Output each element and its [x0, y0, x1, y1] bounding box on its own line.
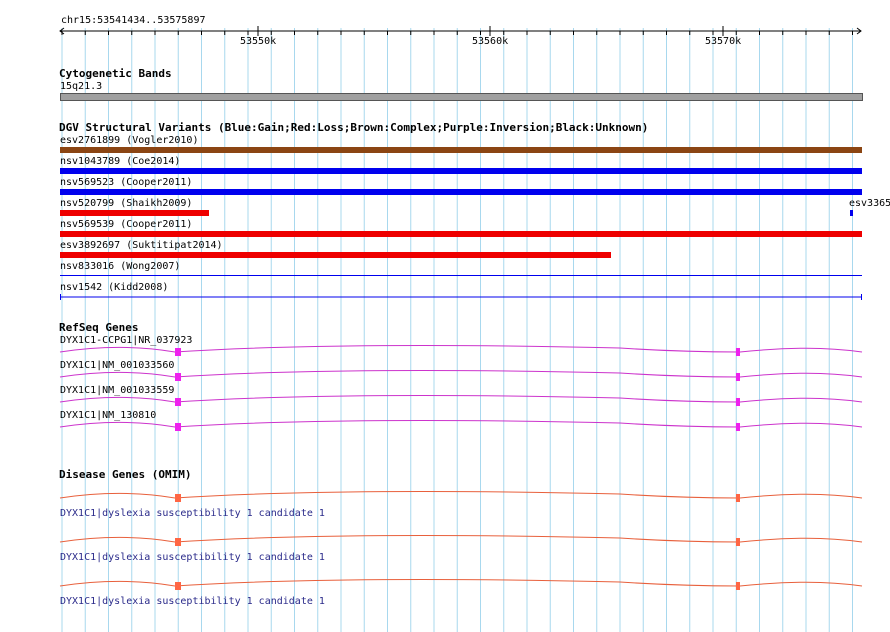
gene-model[interactable] — [0, 417, 890, 437]
gene-model[interactable] — [0, 367, 890, 387]
genome-browser-panel[interactable]: chr15:53541434..53575897 53550k 53560k 5… — [0, 0, 890, 632]
disease-gene-model[interactable] — [0, 488, 890, 508]
variant-label: nsv569523 (Cooper2011) — [60, 177, 193, 188]
ruler-tick-label: 53550k — [240, 36, 277, 47]
cytoband-bar[interactable] — [60, 93, 863, 101]
variant-label: nsv1043789 (Coe2014) — [60, 156, 181, 167]
disease-gene-model[interactable] — [0, 532, 890, 552]
variant-bar-gain[interactable] — [850, 210, 853, 216]
refseq-track-title: RefSeq Genes — [59, 321, 139, 334]
ruler-tick-label: 53570k — [705, 36, 742, 47]
omim-track-title: Disease Genes (OMIM) — [59, 468, 192, 481]
variant-label: esv2761899 (Vogler2010) — [60, 135, 199, 146]
variant-line-gain[interactable] — [0, 292, 890, 302]
cytoband-label: 15q21.3 — [60, 81, 103, 92]
variant-bar-gain[interactable] — [60, 168, 862, 174]
variant-label: esv3892697 (Suktitipat2014) — [60, 240, 223, 251]
variant-label: nsv520799 (Shaikh2009) — [60, 198, 193, 209]
variant-label: nsv833016 (Wong2007) — [60, 261, 181, 272]
gene-model[interactable] — [0, 342, 890, 362]
disease-gene-label: DYX1C1|dyslexia susceptibility 1 candida… — [60, 552, 325, 563]
disease-gene-model[interactable] — [0, 576, 890, 596]
ruler-tick-label: 53560k — [472, 36, 509, 47]
variant-bar-loss[interactable] — [60, 231, 862, 237]
variant-bar-complex[interactable] — [60, 147, 862, 153]
ruler[interactable] — [0, 22, 890, 72]
disease-gene-label: DYX1C1|dyslexia susceptibility 1 candida… — [60, 596, 325, 607]
variant-label: nsv569539 (Cooper2011) — [60, 219, 193, 230]
disease-gene-label: DYX1C1|dyslexia susceptibility 1 candida… — [60, 508, 325, 519]
cytoband-track-title: Cytogenetic Bands — [59, 67, 172, 80]
dgv-track-title: DGV Structural Variants (Blue:Gain;Red:L… — [59, 121, 649, 134]
gene-model[interactable] — [0, 392, 890, 412]
variant-label: esv3365 — [849, 198, 890, 209]
variant-line-gain[interactable] — [60, 275, 862, 276]
variant-bar-loss[interactable] — [60, 252, 611, 258]
variant-bar-loss[interactable] — [60, 210, 209, 216]
variant-bar-gain[interactable] — [60, 189, 862, 195]
